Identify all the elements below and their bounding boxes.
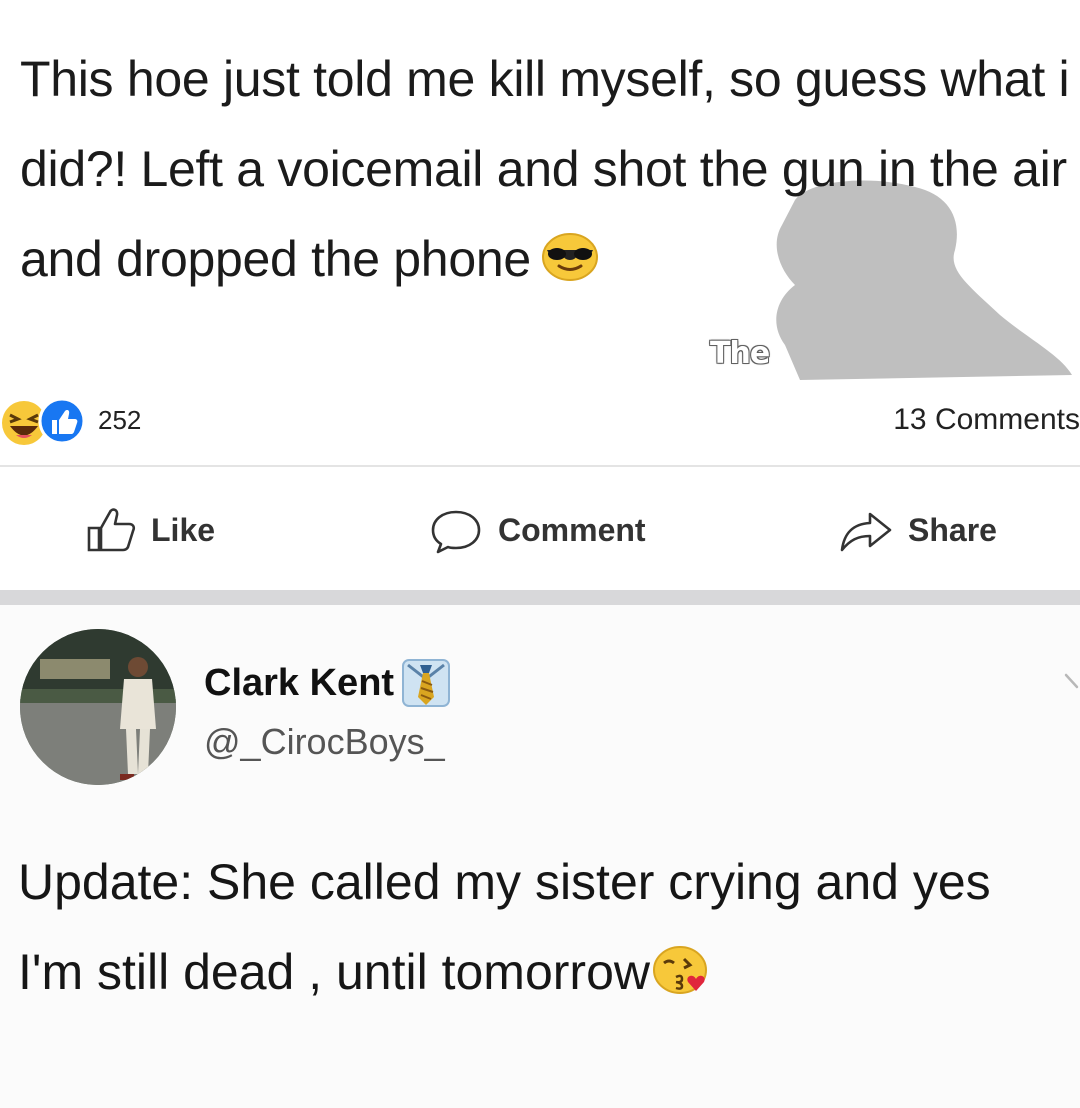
chevron-down-icon[interactable] (1062, 667, 1080, 697)
divider (0, 465, 1080, 467)
like-label: Like (151, 511, 216, 548)
avatar-photo-icon (20, 629, 176, 785)
reactions-row: 252 13 Comments (0, 395, 1080, 455)
watermark-text: The (710, 336, 770, 371)
reaction-count[interactable]: 252 (98, 405, 141, 436)
tweet: Clark Kent @_CirocBoys_ Update: She call… (0, 605, 1080, 1108)
share-arrow-icon (840, 512, 892, 552)
kiss-emoji-icon (652, 933, 708, 1023)
sunglasses-emoji-icon (541, 220, 599, 310)
thumbs-up-icon (87, 508, 136, 552)
post-separator (0, 590, 1080, 605)
post-body: This hoe just told me kill myself, so gu… (20, 34, 1070, 310)
share-button[interactable]: Share (838, 490, 997, 570)
like-button[interactable]: Like (85, 490, 215, 570)
author-handle[interactable]: @_CirocBoys_ (204, 721, 445, 763)
reaction-icons[interactable] (0, 395, 90, 451)
comment-label: Comment (498, 511, 646, 548)
tweet-body-text: Update: She called my sister crying and … (18, 854, 991, 1000)
tweet-body: Update: She called my sister crying and … (18, 837, 1068, 1023)
like-reaction-icon (38, 397, 86, 445)
necktie-emoji-icon (402, 659, 451, 707)
comment-button[interactable]: Comment (428, 490, 646, 570)
share-label: Share (908, 511, 997, 548)
comments-count[interactable]: 13 Comments (893, 403, 1080, 437)
screenshot: The This hoe just told me kill myself, s… (0, 0, 1080, 1108)
action-bar: Like Comment Share (0, 490, 1080, 570)
facebook-post: The This hoe just told me kill myself, s… (0, 0, 1080, 590)
author-name-text: Clark Kent (204, 661, 395, 704)
comment-bubble-icon (431, 510, 481, 554)
author-name[interactable]: Clark Kent (204, 657, 452, 709)
avatar[interactable] (20, 629, 176, 785)
